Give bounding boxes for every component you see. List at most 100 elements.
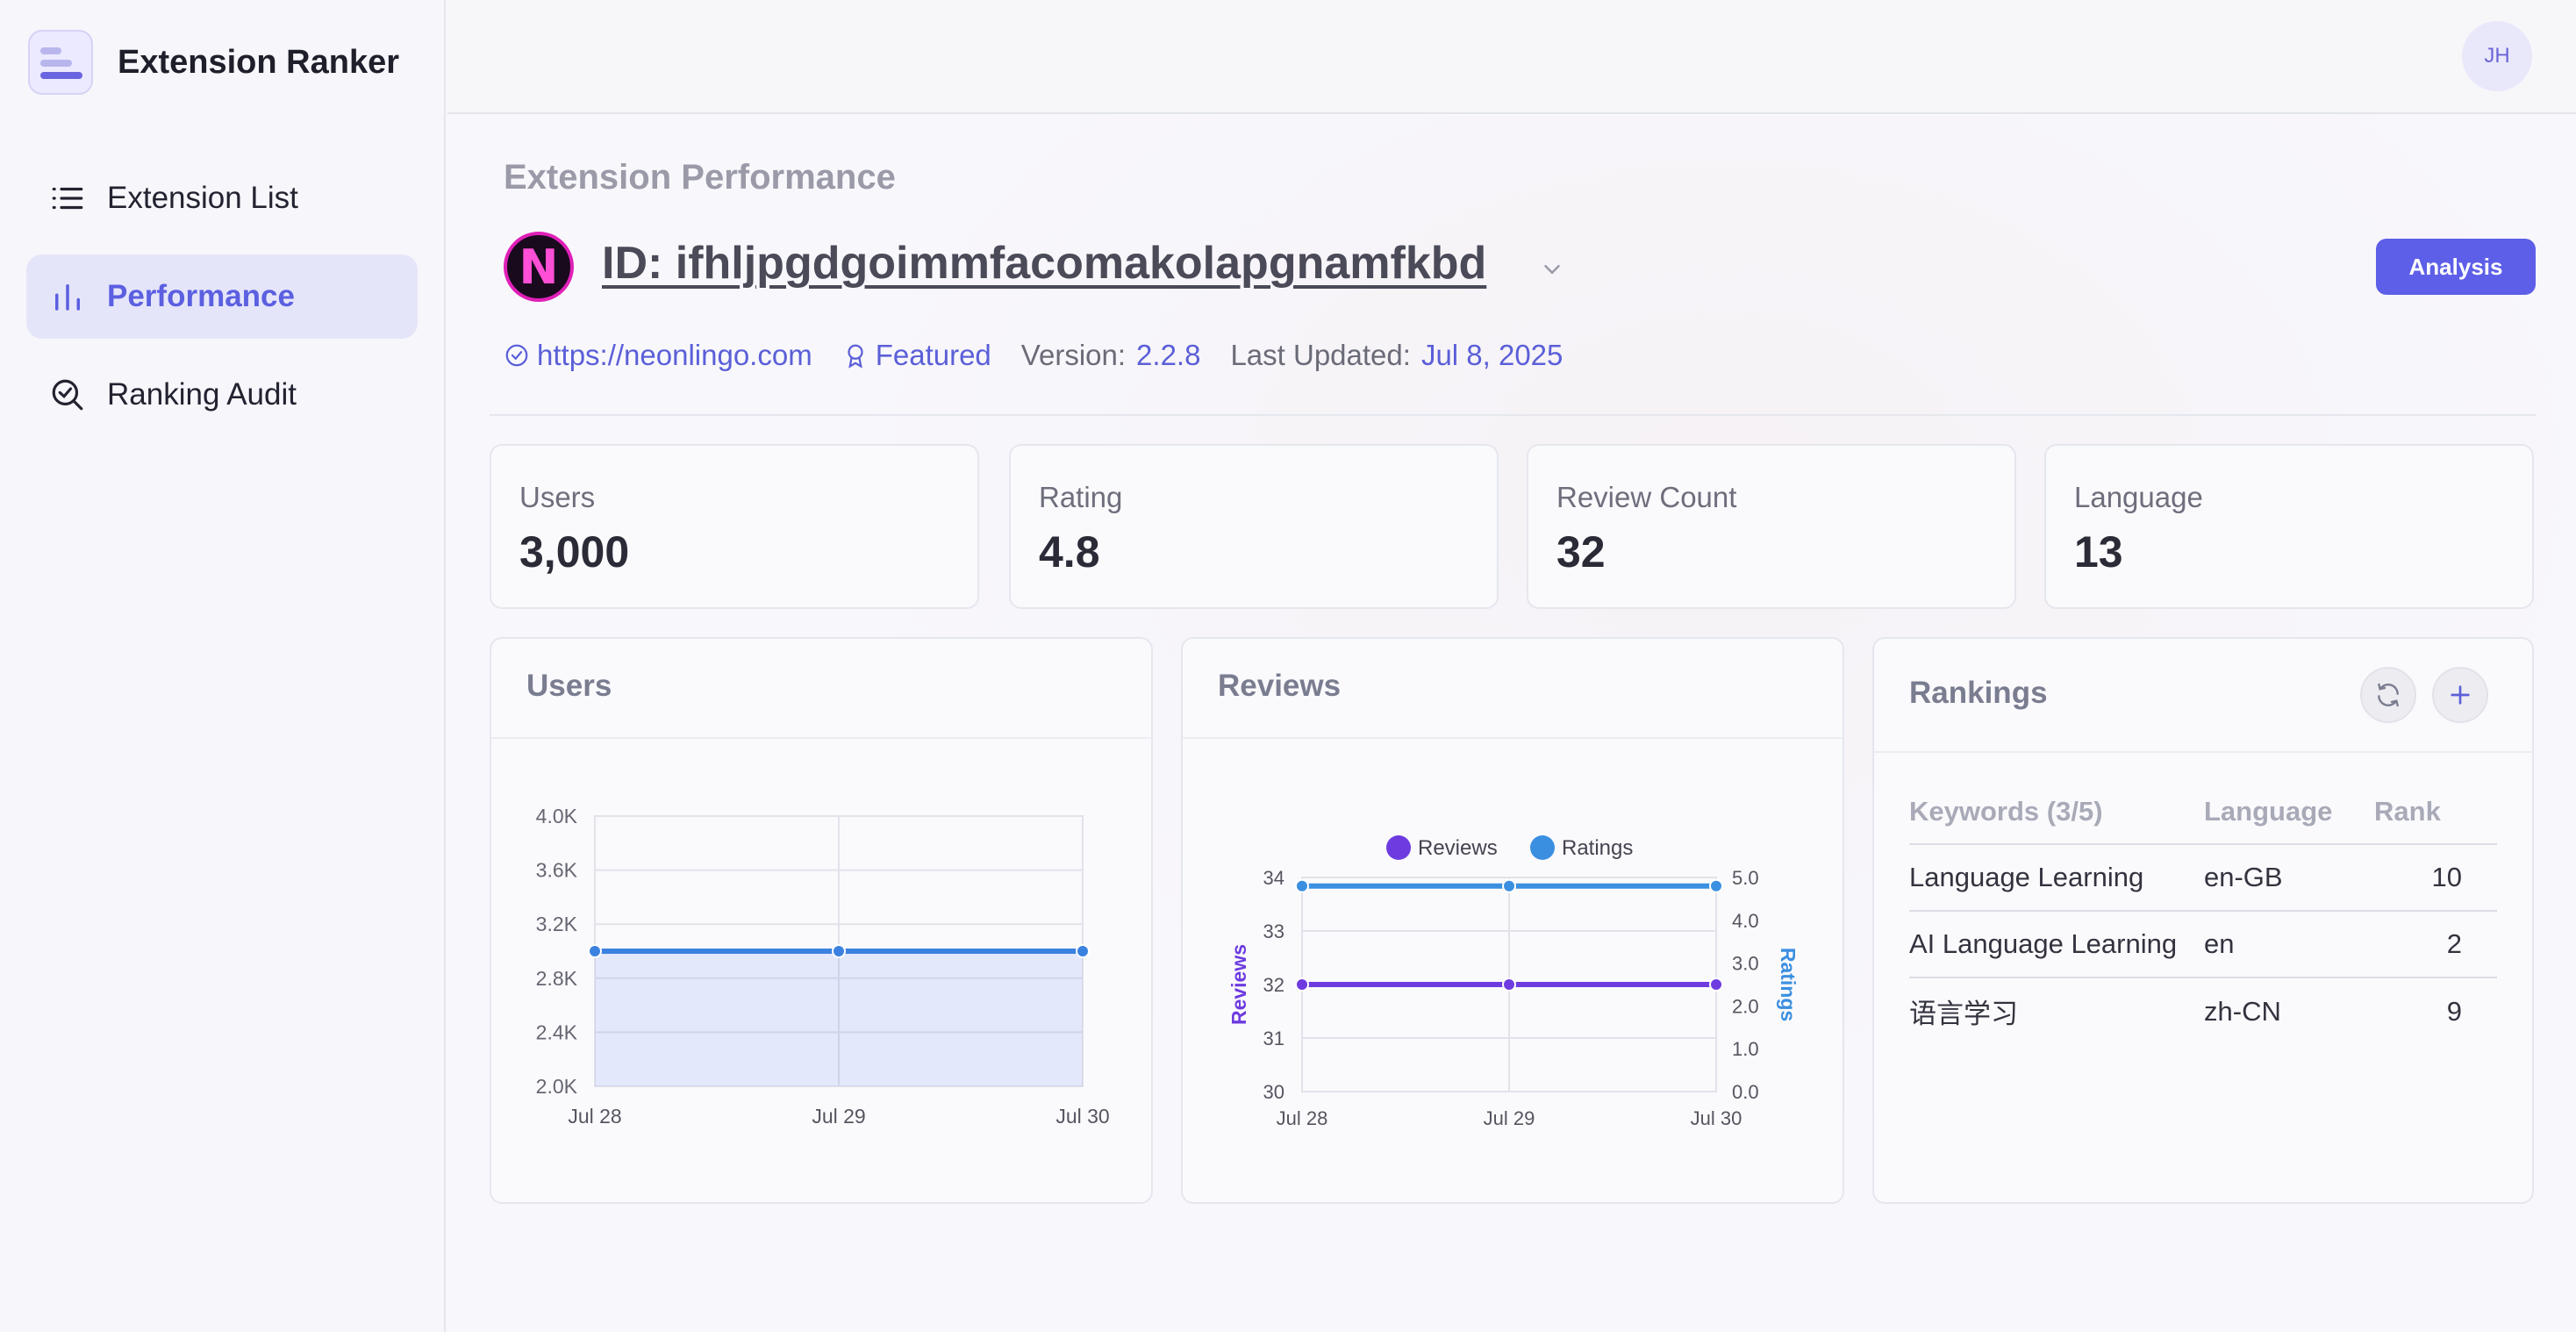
sidebar-item-label: Ranking Audit [107,377,297,412]
version-value: 2.2.8 [1136,339,1201,371]
refresh-button[interactable] [2360,667,2416,723]
table-row[interactable]: AI Language Learning en 2 [1909,911,2497,978]
extension-id-link[interactable]: ID: ifhljpgdgoimmfacomakolapgnamfkbd [602,237,1486,290]
sidebar: Extension Ranker Extension List Performa… [0,0,446,1332]
app-logo-icon [28,30,93,95]
x-tick-label: Jul 29 [1484,1107,1535,1129]
stat-card-review-count: Review Count 32 [1527,444,2016,609]
stat-label: Rating [1039,481,1123,513]
users-data-point [588,944,602,958]
stat-value: 32 [1556,527,1606,576]
y-tick-label: 3.6K [536,859,578,882]
column-header[interactable]: Rank [2374,779,2497,845]
y2-tick-label: 2.0 [1732,995,1759,1017]
legend-label: Ratings [1562,836,1633,860]
legend-label: Reviews [1418,836,1498,860]
search-check-icon [52,379,83,411]
sidebar-item-extension-list[interactable]: Extension List [26,156,418,240]
y-tick-label: 2.0K [536,1075,578,1098]
verified-icon [505,344,528,367]
y2-tick-label: 1.0 [1732,1038,1759,1060]
column-header[interactable]: Keywords (3/5) [1909,779,2204,845]
y-tick-label: 33 [1263,920,1284,942]
website-link[interactable]: https://neonlingo.com [504,339,812,372]
stat-value: 13 [2074,527,2123,576]
legend-marker-ratings [1530,835,1555,860]
y2-tick-label: 4.0 [1732,910,1759,932]
main-content: Extension Performance N ID: ifhljpgdgoim… [447,116,2576,1332]
sidebar-nav: Extension List Performance Ranking Audit [26,156,418,451]
sidebar-item-ranking-audit[interactable]: Ranking Audit [26,353,418,437]
stat-label: Review Count [1556,481,1737,513]
y-tick-label: 34 [1263,867,1284,889]
y2-tick-label: 5.0 [1732,867,1759,889]
users-data-point [1076,944,1090,958]
stat-label: Users [519,481,596,513]
reviews-data-point [1502,978,1516,992]
y-tick-label: 3.2K [536,913,578,935]
rankings-table: Keywords (3/5) Language Rank Language Le… [1909,779,2497,1044]
language-cell: en-GB [2204,844,2374,912]
y-axis-label: Reviews [1227,944,1250,1025]
add-keyword-button[interactable] [2432,667,2488,723]
ratings-data-point [1295,878,1309,893]
x-tick-label: Jul 30 [1055,1105,1109,1128]
y-tick-label: 2.4K [536,1020,578,1043]
stat-card-rating: Rating 4.8 [1009,444,1499,609]
x-tick-label: Jul 29 [812,1105,865,1128]
version-label: Version: [1020,339,1127,371]
list-icon [52,187,83,210]
chevron-down-icon[interactable] [1539,256,1565,283]
users-chart-card: Users 4.0K 3.6K 3.2K 2.8K 2.4K 2.0K Jul 28 Jul … [490,637,1153,1204]
extension-meta: https://neonlingo.com Featured Version: … [504,339,1563,372]
last-updated-label: Last Updated: [1230,339,1411,371]
table-header-row: Keywords (3/5) Language Rank [1909,779,2497,845]
divider [490,414,2536,416]
sidebar-item-performance[interactable]: Performance [26,254,418,339]
legend-marker-reviews [1386,835,1411,860]
users-chart: 4.0K 3.6K 3.2K 2.8K 2.4K 2.0K Jul 28 Jul 29 Jul … [536,805,1110,1128]
analysis-button[interactable]: Analysis [2376,239,2536,295]
reviews-chart-card: Reviews Reviews Ratings 34 33 32 31 30 5.0 4.0 3.… [1181,637,1844,1204]
y-tick-label: 32 [1263,974,1284,996]
stat-card-users: Users 3,000 [490,444,979,609]
rankings-card: Rankings Keywords (3/5) Language Rank La… [1872,637,2534,1204]
keyword-cell: 语言学习 [1909,999,2018,1029]
stat-label: Language [2074,481,2203,513]
x-tick-label: Jul 28 [1277,1107,1328,1129]
brand[interactable]: Extension Ranker [28,30,399,95]
table-row[interactable]: Language Learning en-GB 10 [1909,844,2497,912]
stat-card-language: Language 13 [2044,444,2534,609]
award-icon [848,344,863,369]
y-tick-label: 31 [1263,1028,1284,1049]
y2-axis-label: Ratings [1777,948,1800,1021]
language-cell: en [2204,911,2374,978]
y-tick-label: 4.0K [536,805,578,827]
stat-value: 4.8 [1039,527,1100,576]
sidebar-item-label: Extension List [107,181,298,215]
bar-chart-icon [55,284,80,311]
users-area-fill [595,951,1083,1086]
column-header[interactable]: Language [2204,779,2374,845]
refresh-icon [2378,683,2399,707]
avatar[interactable]: JH [2462,21,2532,91]
language-cell: zh-CN [2204,995,2281,1027]
plus-icon [2451,685,2470,705]
top-bar: JH [447,0,2576,114]
y2-tick-label: 0.0 [1732,1081,1759,1103]
ratings-data-point [1502,878,1516,893]
reviews-data-point [1709,978,1723,992]
card-title: Rankings [1909,676,2048,710]
featured-badge: Featured [842,339,991,372]
featured-label: Featured [875,339,991,371]
page-title: Extension Performance [504,158,896,197]
reviews-chart: Reviews Ratings 34 33 32 31 30 5.0 4.0 3.0 2.0 1.0 0… [1227,835,1800,1129]
rank-cell: 10 [2374,844,2497,912]
reviews-data-point [1295,978,1309,992]
card-title: Reviews [1218,669,1342,703]
rank-cell: 2 [2374,911,2497,978]
ratings-data-point [1709,878,1723,893]
y-tick-label: 2.8K [536,967,578,990]
x-tick-label: Jul 28 [568,1105,621,1128]
table-row[interactable]: 语言学习 zh-CN 9 [1909,978,2497,1044]
